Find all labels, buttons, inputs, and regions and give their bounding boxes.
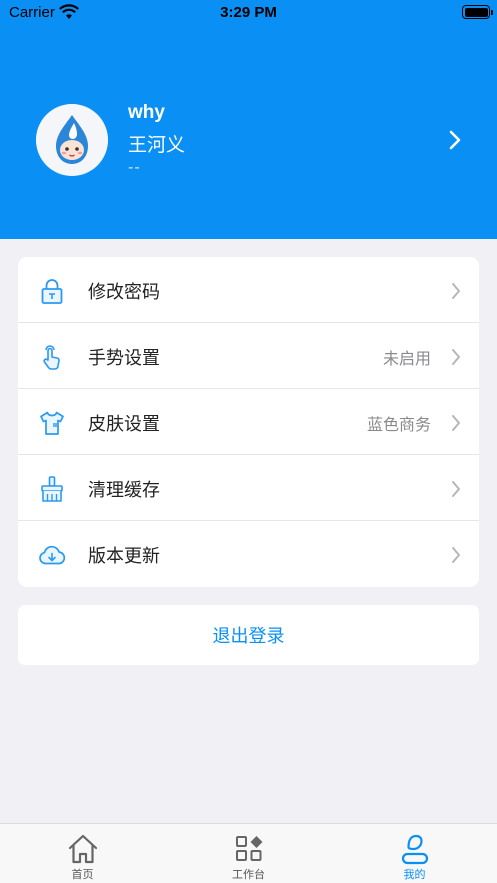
chevron-right-icon bbox=[452, 415, 460, 431]
user-icon bbox=[401, 834, 428, 865]
chevron-right-icon bbox=[452, 481, 460, 497]
menu-item-label: 版本更新 bbox=[88, 546, 160, 567]
menu-item-update[interactable]: 版本更新 bbox=[18, 521, 479, 587]
menu-item-skin[interactable]: 皮肤设置 蓝色商务 bbox=[18, 389, 479, 455]
menu-item-label: 清理缓存 bbox=[88, 480, 160, 501]
menu-item-value: 蓝色商务 bbox=[366, 415, 431, 434]
menu-item-label: 皮肤设置 bbox=[88, 414, 160, 435]
gesture-tap-icon bbox=[43, 345, 60, 370]
tab-mine[interactable]: 我的 bbox=[332, 824, 497, 883]
profile-row[interactable]: why 王河义 -- bbox=[0, 95, 497, 190]
logout-button[interactable]: 退出登录 bbox=[18, 605, 479, 665]
menu-item-gesture[interactable]: 手势设置 未启用 bbox=[18, 323, 479, 389]
status-time: 3:29 PM bbox=[220, 4, 277, 21]
chevron-right-icon bbox=[452, 349, 460, 365]
tab-home[interactable]: 首页 bbox=[0, 824, 165, 883]
cloud-download-icon bbox=[39, 545, 66, 565]
menu-item-label: 修改密码 bbox=[88, 282, 160, 303]
menu-item-change-password[interactable]: 修改密码 bbox=[18, 257, 479, 323]
chevron-right-icon bbox=[452, 547, 460, 563]
profile-header: Carrier 3:29 PM why 王河义 -- bbox=[0, 0, 497, 239]
menu-item-value: 未启用 bbox=[382, 349, 431, 368]
settings-menu: 修改密码 手势设置 未启用 皮肤设置 蓝色商务 清理缓存 版本更新 bbox=[18, 257, 479, 587]
battery-icon bbox=[462, 5, 493, 19]
menu-item-clear-cache[interactable]: 清理缓存 bbox=[18, 455, 479, 521]
tab-label: 首页 bbox=[71, 868, 94, 881]
username: why bbox=[128, 102, 165, 123]
department: -- bbox=[128, 158, 141, 176]
broom-icon bbox=[41, 476, 63, 502]
tab-bar: 首页 工作台 我的 bbox=[0, 823, 497, 883]
workbench-icon bbox=[235, 836, 262, 861]
mascot-avatar-icon bbox=[36, 104, 108, 176]
tshirt-icon bbox=[40, 411, 64, 435]
chevron-right-icon bbox=[452, 283, 460, 299]
tab-label: 我的 bbox=[403, 868, 426, 881]
lock-icon bbox=[41, 279, 63, 304]
real-name: 王河义 bbox=[128, 134, 186, 156]
tab-workbench[interactable]: 工作台 bbox=[166, 824, 331, 883]
avatar bbox=[36, 104, 108, 176]
chevron-right-icon bbox=[449, 130, 461, 150]
status-bar: Carrier 3:29 PM bbox=[0, 0, 497, 26]
home-icon bbox=[68, 834, 97, 864]
tab-label: 工作台 bbox=[232, 868, 265, 881]
menu-item-label: 手势设置 bbox=[88, 348, 160, 369]
